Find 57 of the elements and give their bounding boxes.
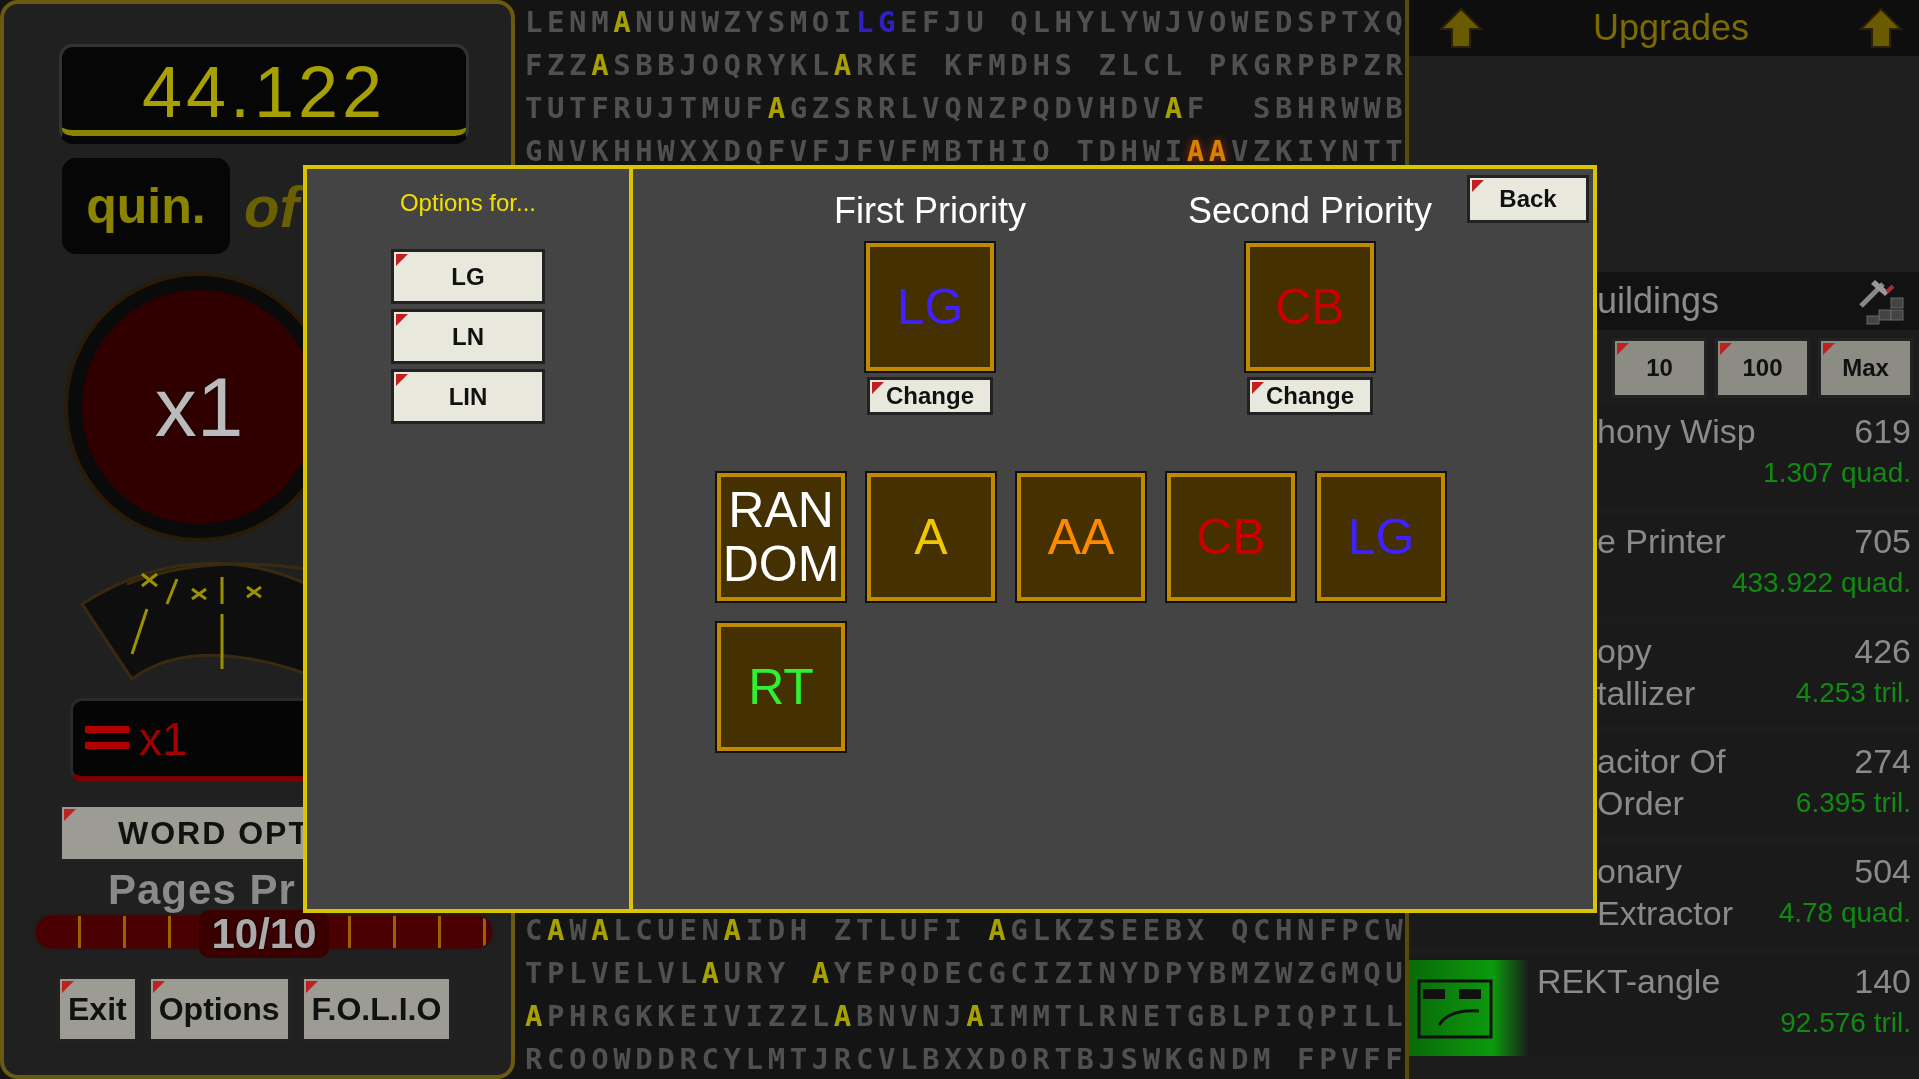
letter-row: FZZ A SBBJOQRYKL A RKE KFMDHS ZLCL PKGRPBPZR [525, 47, 1405, 83]
back-button[interactable]: Back [1467, 175, 1589, 223]
building-name: Extractor [1597, 893, 1735, 934]
letter-row: GNVKHHWXXDQFVFJFVFMBTHIO TDHWI AA VZKIYNTT [525, 133, 1405, 169]
priority-title: First Priority [834, 189, 1026, 233]
building-cost: 4.253 tril. [1795, 676, 1911, 710]
letter-row: RCOOWDDRCYLMTJRCVLBXXDORTBJSWKGNDM FPVFF [525, 1041, 1405, 1077]
building-name: acitor Of [1597, 741, 1727, 782]
building-name: hony Wisp [1597, 411, 1757, 452]
word-tile[interactable]: A [867, 473, 995, 601]
building-count: 426 [1853, 631, 1911, 672]
change-button[interactable]: Change [867, 377, 993, 415]
dialog-heading: Options for... [399, 189, 537, 217]
up-arrow-icon [1859, 7, 1903, 49]
building-cost: 6.395 tril. [1795, 786, 1911, 820]
building-name: REKT-angle [1537, 961, 1722, 1002]
word-tile: LG [866, 243, 994, 371]
menu-button[interactable]: Exit [57, 976, 138, 1042]
letter-row: TPLVELVL A URY AYEPQDECGCIZINYDPYBMZWZGMQU [525, 955, 1405, 991]
progress-reading: 10/10 [199, 910, 329, 958]
amount-button[interactable]: 10 [1612, 338, 1707, 398]
priority-title: Second Priority [1187, 189, 1433, 233]
letter-row: C AWA LCUEN A IDH ZTLUFI A GLKZSEEBX QCHNFPCW [525, 912, 1405, 948]
building-count: 140 [1853, 961, 1911, 1002]
letter-row: TUTFRUJTMUF A GZSRRLVQNZPQDVHDVA F SBHRWWB [525, 90, 1405, 126]
up-arrow-icon [1439, 7, 1483, 49]
pages-label: Pages Pr [108, 868, 297, 912]
building-name: Order [1597, 783, 1685, 824]
building-count: 705 [1853, 521, 1911, 562]
letter-row: LENM A NUNWZYSMOI LG EFJU QLHYLYWJVOWEDSPTXQ [525, 4, 1405, 40]
building-name: e Printer [1597, 521, 1727, 562]
building-cost: 1.307 quad. [1763, 456, 1911, 490]
word-tile: CB [1246, 243, 1374, 371]
building-cost: 92.576 tril. [1780, 1006, 1911, 1040]
word-tile[interactable]: RANDOM [717, 473, 845, 601]
word-button[interactable]: LG [391, 249, 545, 304]
building-count: 619 [1853, 411, 1911, 452]
change-button[interactable]: Change [1247, 377, 1373, 415]
word-button[interactable]: LIN [391, 369, 545, 424]
building-name: onary [1597, 851, 1684, 892]
building-cost: 433.922 quad. [1731, 566, 1911, 600]
panel-title: Upgrades [1592, 7, 1750, 49]
word-tile[interactable]: AA [1017, 473, 1145, 601]
building-count: 274 [1853, 741, 1911, 782]
word-button[interactable]: LN [391, 309, 545, 364]
amount-button[interactable]: 100 [1715, 338, 1810, 398]
counter-value: 44.122 [141, 50, 387, 133]
building-cost: 4.78 quad. [1778, 896, 1911, 930]
panel-title: uildings [1597, 280, 1720, 322]
multiplier-value: x1 [139, 711, 188, 766]
unit-label: quin. [62, 158, 230, 254]
building-count: 504 [1853, 851, 1911, 892]
word-tile[interactable]: RT [717, 623, 845, 751]
letter-row: A PHRGKKEIVIZZL A BNVNJ A IMMTLRNETGBLPIQPILL [525, 998, 1405, 1034]
building-name: tallizer [1597, 673, 1697, 714]
building-name: opy [1597, 631, 1653, 672]
amount-button[interactable]: Max [1818, 338, 1913, 398]
